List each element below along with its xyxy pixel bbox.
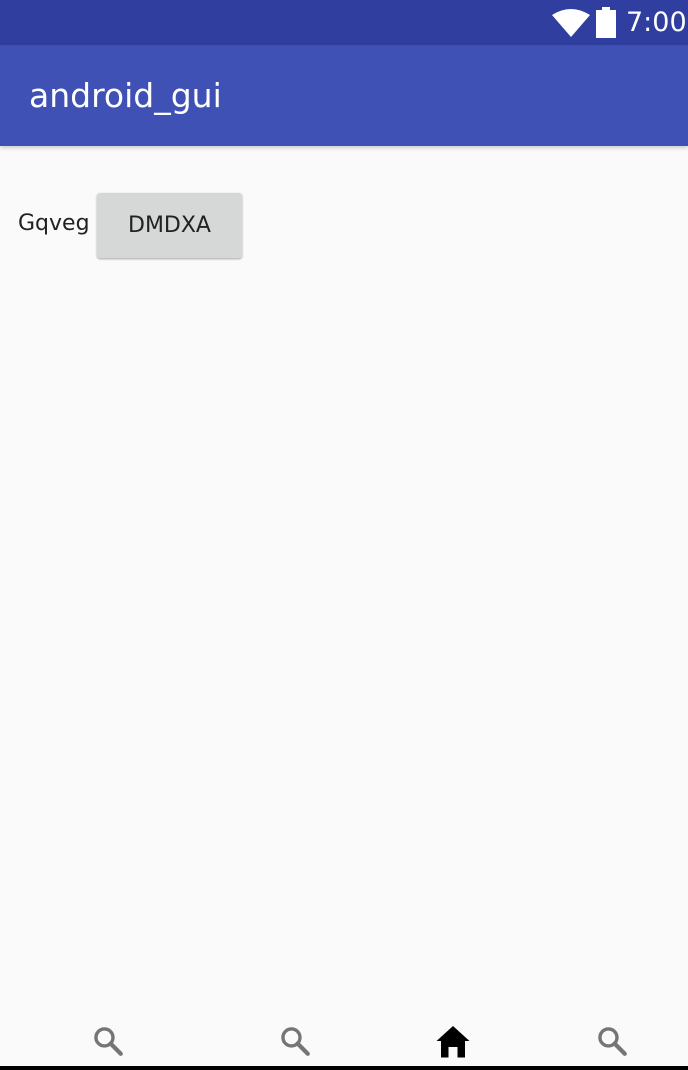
- search-icon: [281, 1027, 310, 1056]
- search-icon: [94, 1027, 123, 1056]
- nav-item-home[interactable]: [429, 1016, 477, 1066]
- wifi-icon: [552, 9, 590, 37]
- nav-item-search-3[interactable]: [588, 1016, 636, 1066]
- navigation-bar-edge: [0, 1066, 688, 1070]
- text-label: Gqveg: [18, 211, 90, 236]
- status-time: 7:00: [626, 7, 687, 38]
- app-title: android_gui: [29, 76, 222, 115]
- home-icon: [436, 1026, 470, 1058]
- status-bar: 7:00: [0, 0, 688, 45]
- nav-item-search-2[interactable]: [271, 1016, 319, 1066]
- battery-icon: [596, 7, 616, 38]
- bottom-navigation: [0, 1016, 688, 1066]
- nav-item-search-1[interactable]: [84, 1016, 132, 1066]
- app-bar: android_gui: [0, 45, 688, 146]
- search-icon: [598, 1027, 627, 1056]
- main-content: Gqveg DMDXA: [0, 146, 688, 1016]
- dmdxa-button[interactable]: DMDXA: [97, 193, 242, 258]
